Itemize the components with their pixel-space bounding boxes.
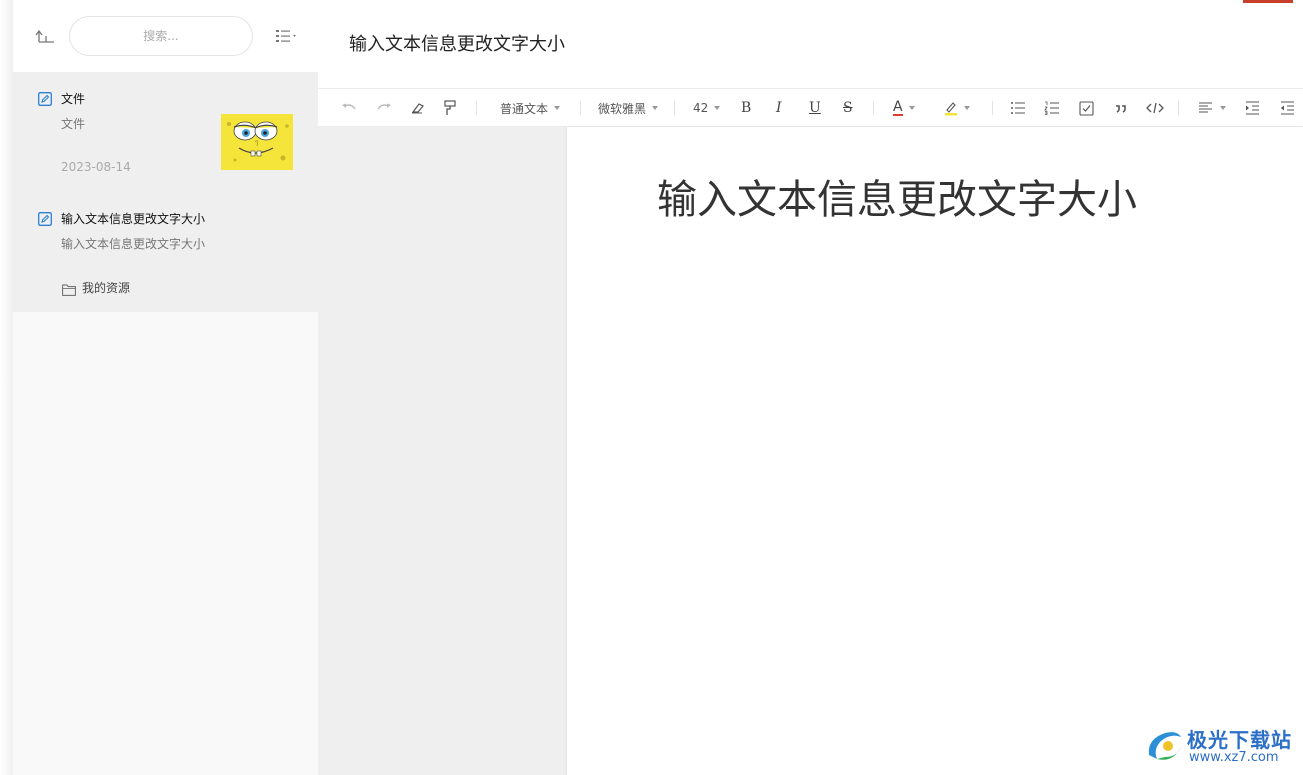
font-size-select[interactable]: 42: [693, 98, 721, 118]
highlighter-icon: [945, 102, 957, 116]
chevron-down-icon: [908, 106, 915, 110]
note-item[interactable]: 文件 文件 2023-08-14: [13, 72, 318, 192]
italic-button[interactable]: I: [776, 98, 782, 118]
note-item[interactable]: 输入文本信息更改文字大小 输入文本信息更改文字大小: [13, 192, 318, 270]
indent-icon[interactable]: [1245, 98, 1260, 118]
watermark-url: www.xz7.com: [1189, 750, 1279, 765]
watermark-logo-icon: [1143, 725, 1185, 767]
underline-button[interactable]: U: [809, 98, 821, 118]
redo-icon[interactable]: [375, 98, 393, 118]
undo-icon[interactable]: [340, 98, 358, 118]
editor-area: 输入文本信息更改文字大小 普通文本 微软雅黑 42 B I U S A 输入文本…: [318, 0, 1303, 775]
search-input[interactable]: [70, 17, 252, 55]
paragraph-style-value: 普通文本: [500, 101, 549, 116]
note-title: 输入文本信息更改文字大小: [61, 212, 206, 226]
editor-gutter: [318, 127, 567, 775]
paragraph-style-select[interactable]: 普通文本: [500, 98, 561, 118]
document-page[interactable]: 输入文本信息更改文字大小: [567, 127, 1303, 775]
document-body-text[interactable]: 输入文本信息更改文字大小: [657, 167, 1137, 225]
code-icon[interactable]: [1146, 98, 1164, 118]
toolbar-separator: [992, 101, 993, 115]
format-painter-icon[interactable]: [443, 98, 457, 118]
note-summary: 文件: [61, 117, 86, 131]
folder-my-resources[interactable]: 我的资源: [13, 270, 318, 310]
strikethrough-button[interactable]: S: [843, 98, 853, 118]
note-title: 文件: [61, 92, 86, 106]
watermark-name: 极光下载站: [1187, 728, 1292, 752]
font-family-select[interactable]: 微软雅黑: [598, 98, 659, 118]
list-view-menu-icon[interactable]: [275, 27, 301, 45]
window-edge: [0, 0, 13, 775]
sidebar-header: [13, 0, 318, 72]
title-bar: 输入文本信息更改文字大小: [318, 0, 1303, 88]
note-summary: 输入文本信息更改文字大小: [61, 237, 206, 251]
checklist-icon[interactable]: [1079, 98, 1094, 118]
toolbar-separator: [580, 101, 581, 115]
bold-button[interactable]: B: [741, 98, 751, 118]
chevron-down-icon: [652, 106, 659, 110]
note-list: 文件 文件 2023-08-14 输入文本信息更改文字大小 输入文本信息更改文字…: [13, 72, 318, 312]
numbered-list-icon[interactable]: [1044, 98, 1060, 118]
toolbar-separator: [476, 101, 477, 115]
chevron-down-icon: [1220, 106, 1226, 110]
chevron-down-icon: [714, 106, 721, 110]
font-size-value: 42: [693, 101, 709, 115]
align-left-icon[interactable]: [1198, 98, 1226, 118]
note-thumbnail: [221, 114, 293, 170]
edit-note-icon: [38, 91, 52, 106]
highlight-color-button[interactable]: [944, 98, 970, 118]
folder-label: 我的资源: [82, 281, 131, 295]
toolbar-separator: [873, 101, 874, 115]
close-button-edge[interactable]: [1243, 0, 1293, 3]
watermark: 极光下载站 www.xz7.com: [1143, 723, 1303, 773]
sidebar: 文件 文件 2023-08-14: [13, 0, 318, 775]
chevron-down-icon: [554, 106, 561, 110]
font-color-label: A: [893, 99, 903, 116]
eraser-icon[interactable]: [410, 98, 426, 118]
document-title-field[interactable]: 输入文本信息更改文字大小: [349, 30, 565, 56]
edit-note-icon: [38, 211, 52, 226]
toolbar-separator: [1178, 101, 1179, 115]
font-family-value: 微软雅黑: [598, 101, 647, 116]
folder-icon: [62, 281, 76, 296]
font-color-button[interactable]: A: [893, 98, 915, 118]
note-date: 2023-08-14: [61, 160, 131, 174]
formatting-toolbar: 普通文本 微软雅黑 42 B I U S A: [318, 88, 1303, 127]
outdent-icon[interactable]: [1280, 98, 1295, 118]
back-up-icon[interactable]: [35, 26, 57, 46]
chevron-down-icon: [964, 106, 970, 110]
toolbar-separator: [674, 101, 675, 115]
bullet-list-icon[interactable]: [1010, 98, 1026, 118]
quote-icon[interactable]: [1114, 98, 1128, 118]
search-box[interactable]: [69, 16, 253, 56]
